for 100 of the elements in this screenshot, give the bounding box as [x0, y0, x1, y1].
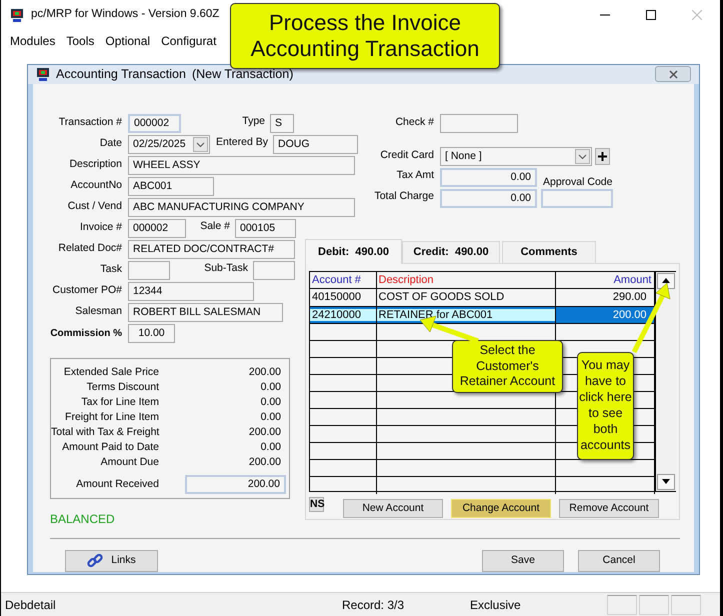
field-label: Approval Code [543, 175, 612, 190]
field-label: Description [68, 157, 122, 172]
field-label: Transaction # [58, 115, 122, 130]
field-label: Commission % [50, 326, 122, 341]
menu-item[interactable]: Configurat [161, 32, 216, 50]
menu-item[interactable]: Modules [10, 32, 56, 50]
summary-label: Terms Discount [86, 380, 159, 396]
summary-value: 0.00 [260, 380, 281, 396]
summary-value: 200.00 [248, 365, 281, 380]
field-label: Type [241, 114, 265, 129]
app-icon [10, 8, 24, 22]
field-label: Date [98, 136, 122, 152]
status-text: Debdetail [4, 596, 57, 614]
status-text: Record: 3/3 [342, 596, 406, 614]
tab[interactable]: Debit: 490.00 [305, 238, 402, 264]
input-field[interactable]: ABC001 [128, 176, 214, 196]
field-label: Sale # [199, 218, 230, 234]
summary-label: Extended Sale Price [62, 365, 159, 380]
input-field[interactable]: S [270, 114, 294, 133]
field-label: Task [99, 262, 122, 278]
input-field[interactable]: ROBERT BILL SALESMAN [128, 302, 283, 322]
table-cell[interactable]: COST OF GOODS SOLD [376, 288, 555, 306]
field-label: Related Doc# [57, 241, 122, 256]
input-field[interactable]: 000002 [128, 114, 181, 133]
dialog-button[interactable]: Save [482, 550, 564, 572]
dropdown[interactable]: [ None ] [440, 146, 592, 166]
column-header: Amount [555, 272, 654, 289]
account-button[interactable]: Remove Account [559, 498, 659, 518]
summary-value: 0.00 [260, 410, 281, 426]
scrollbar[interactable] [654, 272, 676, 491]
input-field[interactable]: 200.00 [185, 475, 286, 494]
input-field[interactable]: ABC MANUFACTURING COMPANY [128, 198, 355, 217]
dialog-subtitle: (New Transaction) [192, 66, 294, 83]
input-field[interactable] [128, 260, 170, 280]
summary-label: Amount Paid to Date [61, 440, 159, 456]
table-cell[interactable]: 290.00 [555, 288, 654, 306]
callout: Select the Customer's Retainer Account [452, 340, 563, 393]
field-label: Entered By [215, 134, 268, 150]
field-label: Credit Card [379, 148, 434, 164]
column-header: Description [376, 272, 555, 289]
account-button[interactable]: Change Account [451, 498, 551, 518]
input-field[interactable]: DOUG [273, 134, 358, 154]
tab[interactable]: Credit: 490.00 [402, 240, 500, 263]
status-pane [639, 594, 669, 614]
menu-item[interactable]: Optional [105, 32, 150, 50]
account-button[interactable]: New Account [343, 498, 443, 518]
summary-value: 0.00 [260, 395, 281, 410]
input-field[interactable]: 0.00 [440, 188, 537, 208]
field-label: Invoice # [78, 220, 122, 236]
column-header: Account # [310, 272, 376, 289]
status-pane [671, 594, 701, 614]
status-pane [607, 594, 637, 614]
input-field[interactable] [541, 188, 613, 208]
links-button[interactable]: Links [65, 550, 158, 572]
field-label: Cust / Vend [66, 199, 122, 214]
close-icon [668, 70, 678, 79]
summary-label: Tax for Line Item [80, 395, 159, 410]
scroll-down-icon[interactable] [662, 479, 670, 484]
maximize-icon[interactable] [646, 10, 656, 20]
input-field[interactable]: 0.00 [440, 168, 537, 187]
field-label: AccountNo [70, 178, 122, 194]
field-label: Tax Amt [396, 168, 434, 183]
table-cell[interactable]: 40150000 [310, 288, 376, 306]
input-field[interactable] [253, 260, 295, 280]
plus-icon [598, 152, 607, 161]
input-field[interactable] [440, 114, 518, 133]
input-field[interactable]: WHEEL ASSY [128, 156, 355, 175]
input-field[interactable]: 12344 [128, 282, 254, 301]
summary-label: Amount Due [100, 455, 159, 470]
input-field[interactable]: RELATED DOC/CONTRACT# [128, 240, 295, 259]
summary-value: 200.00 [248, 425, 281, 440]
menu-item[interactable]: Tools [66, 32, 94, 50]
summary-value: 200.00 [248, 455, 281, 470]
table-cell[interactable]: 200.00 [555, 306, 654, 324]
field-label: Salesman [74, 304, 122, 320]
balance-status: BALANCED [50, 510, 116, 528]
field-label: Sub-Task [203, 260, 248, 276]
input-field[interactable]: 10.00 [128, 324, 175, 343]
field-label: Check # [394, 115, 434, 130]
add-button[interactable] [595, 148, 610, 165]
input-field[interactable]: 000002 [128, 218, 186, 238]
app-icon [36, 66, 50, 82]
date-field[interactable]: 02/25/2025 [128, 134, 210, 154]
dialog-title: Accounting Transaction [56, 66, 186, 83]
table-cell[interactable]: 24210000 [310, 306, 376, 324]
summary-value: 0.00 [260, 440, 281, 456]
dialog-button[interactable]: Cancel [578, 550, 660, 572]
status-text: Exclusive [470, 596, 522, 614]
ns-button[interactable]: NS [309, 496, 324, 512]
dropdown-icon [578, 152, 587, 160]
link-icon [87, 552, 104, 569]
summary-label: Freight for Line Item [64, 410, 159, 426]
close-button[interactable] [655, 66, 691, 82]
field-label: Customer PO# [52, 283, 122, 298]
input-field[interactable]: 000105 [235, 218, 296, 238]
dropdown-icon[interactable] [196, 140, 205, 148]
tab[interactable]: Comments [502, 240, 596, 263]
summary-label: Amount Received [75, 476, 159, 492]
table-cell[interactable]: RETAINER for ABC001 [376, 306, 555, 324]
callout: You may have to click here to see both accounts [577, 352, 634, 460]
